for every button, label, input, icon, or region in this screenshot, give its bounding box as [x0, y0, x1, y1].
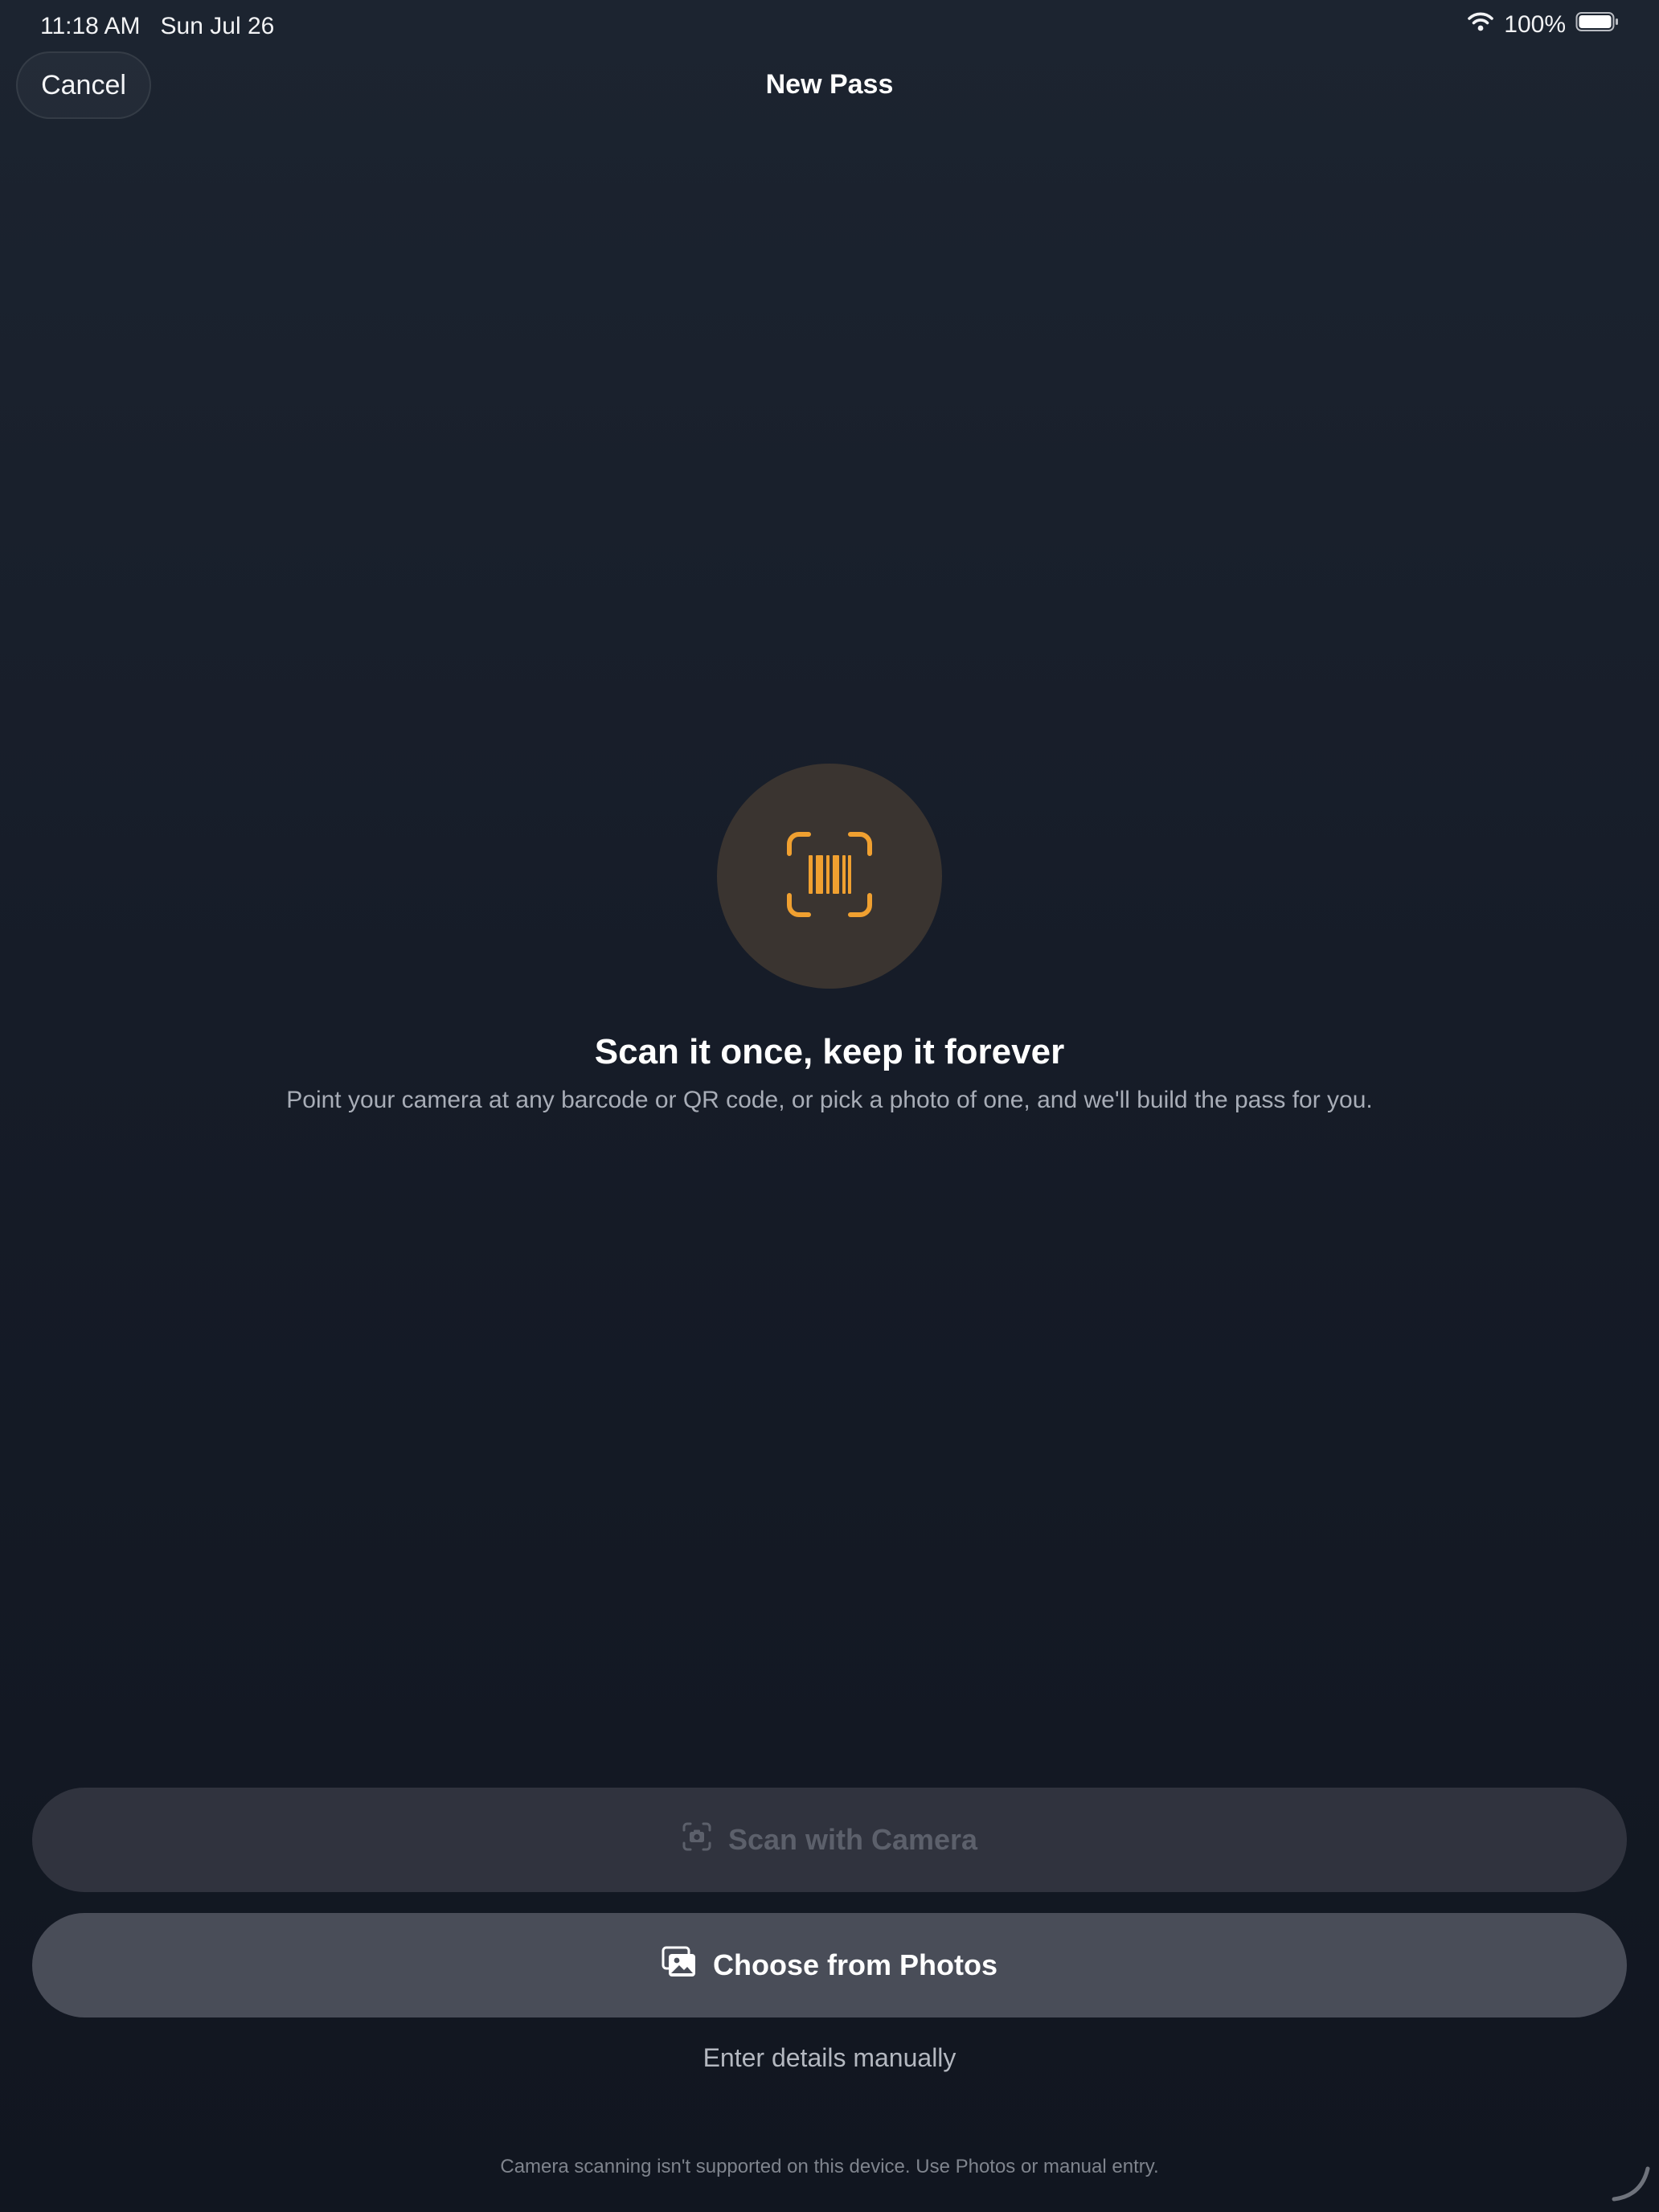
- choose-from-photos-label: Choose from Photos: [712, 1948, 997, 1981]
- status-time-date: 11:18 AM Sun Jul 26: [40, 13, 274, 40]
- status-time: 11:18 AM: [40, 13, 141, 39]
- scan-with-camera-label: Scan with Camera: [727, 1823, 978, 1856]
- scan-with-camera-button[interactable]: Scan with Camera: [32, 1788, 1627, 1892]
- barcode-scan-icon: [784, 830, 875, 924]
- status-bar: 11:18 AM Sun Jul 26 100%: [0, 0, 1659, 51]
- battery-icon: [1575, 11, 1619, 39]
- hero-icon-circle: [717, 764, 942, 989]
- scroll-corner-indicator-icon: [1608, 2161, 1653, 2206]
- page-title: New Pass: [765, 69, 894, 100]
- wifi-icon: [1467, 11, 1494, 39]
- footer-note: Camera scanning isn't supported on this …: [500, 2156, 1159, 2177]
- choose-from-photos-button[interactable]: Choose from Photos: [32, 1913, 1627, 2017]
- navigation-bar: Cancel New Pass: [0, 50, 1659, 122]
- hero-title: Scan it once, keep it forever: [594, 1032, 1065, 1071]
- camera-viewfinder-icon: [682, 1821, 712, 1859]
- status-date: Sun Jul 26: [160, 13, 275, 39]
- photos-icon: [662, 1946, 697, 1985]
- status-indicators: 100%: [1467, 11, 1619, 39]
- hero-subtitle: Point your camera at any barcode or QR c…: [286, 1087, 1373, 1113]
- enter-details-manually-link[interactable]: Enter details manually: [0, 2043, 1659, 2073]
- battery-percent: 100%: [1504, 11, 1566, 38]
